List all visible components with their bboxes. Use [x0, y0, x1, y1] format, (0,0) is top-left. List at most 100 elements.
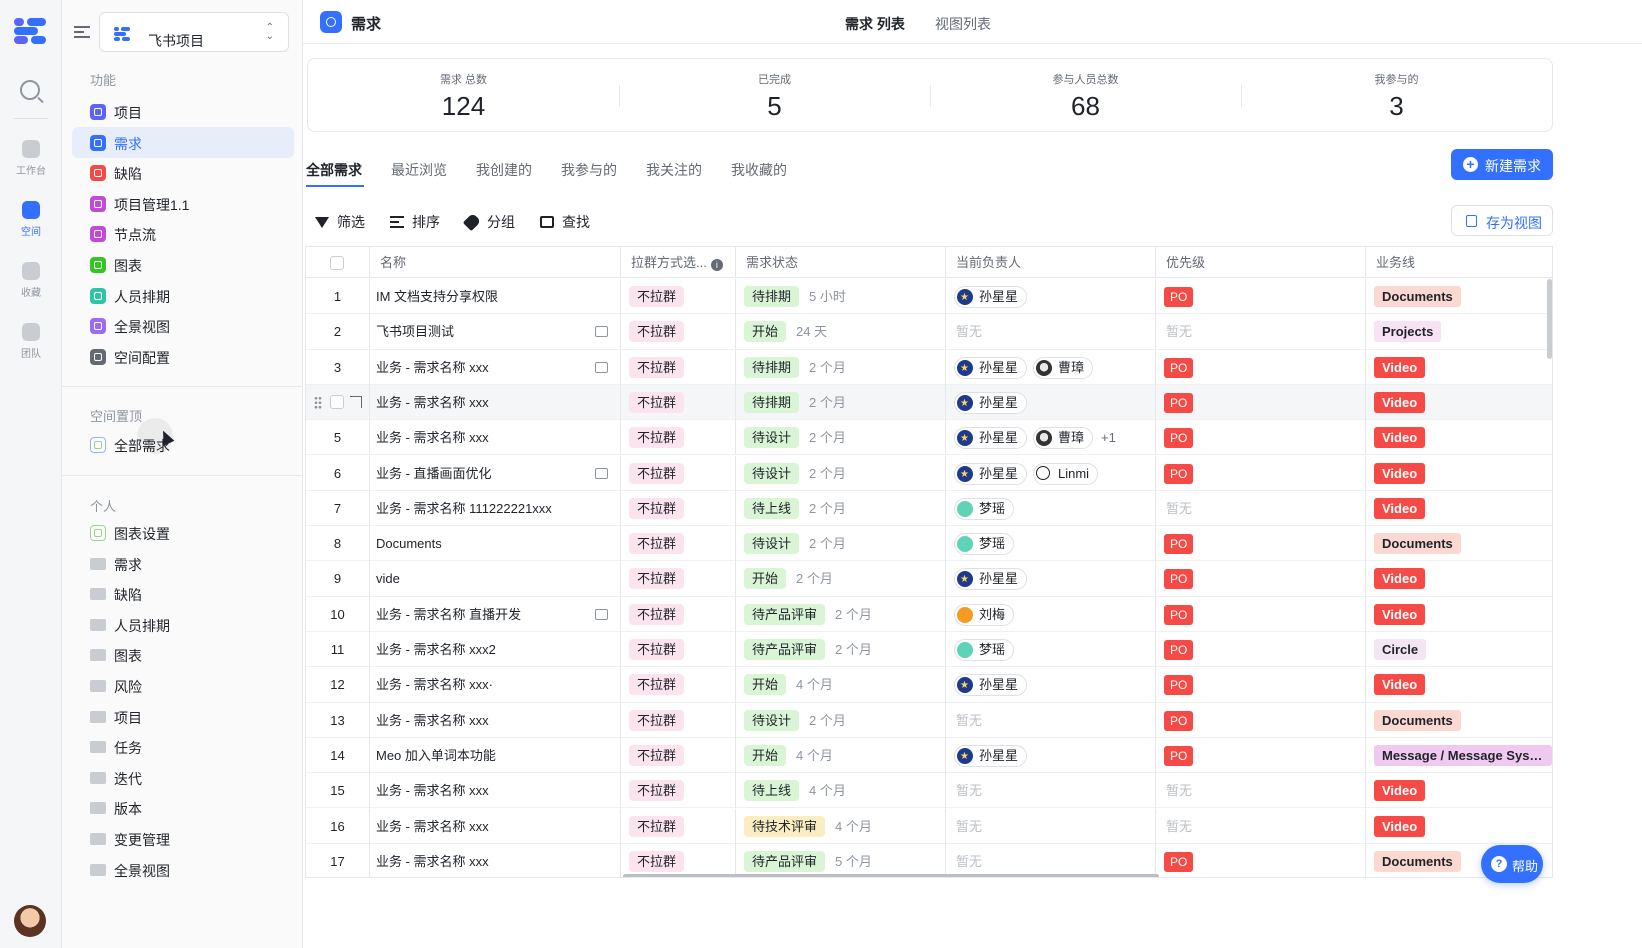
group-tag[interactable]: 不拉群	[629, 356, 685, 378]
comment-icon[interactable]	[595, 608, 608, 620]
sidebar-item-feature-2[interactable]: 缺陷	[72, 157, 294, 188]
status-tag[interactable]: 待产品评审	[744, 603, 826, 625]
sidebar-item-feature-1[interactable]: 需求	[72, 126, 294, 158]
status-tag[interactable]: 待设计	[744, 462, 800, 484]
expand-icon[interactable]	[350, 395, 362, 408]
rail-workbench[interactable]: 工作台	[0, 140, 62, 177]
rail-space[interactable]: 空间	[0, 201, 62, 238]
sort-button[interactable]: 排序	[390, 212, 440, 232]
owner-chip[interactable]: 孙星星	[954, 391, 1028, 414]
business-line-tag[interactable]: Documents	[1374, 533, 1461, 555]
table-row[interactable]: 8 Documents 不拉群 待设计 2 个月 梦瑶 PO Documents	[306, 526, 1552, 562]
collapse-sidebar-icon[interactable]	[74, 26, 90, 38]
table-row[interactable]: 10 业务 - 需求名称 直播开发 不拉群 待产品评审 2 个月 刘梅 PO V…	[306, 596, 1552, 632]
owner-chip[interactable]: 梦瑶	[954, 533, 1015, 556]
table-row[interactable]: 14 Meo 加入单词本功能 不拉群 开始 4 个月 孙星星 PO Messag…	[306, 737, 1552, 774]
new-requirement-button[interactable]: + 新建需求	[1451, 149, 1553, 180]
business-line-tag[interactable]: Video	[1374, 568, 1426, 590]
status-tag[interactable]: 待设计	[744, 709, 800, 731]
group-tag[interactable]: 不拉群	[629, 427, 685, 449]
owner-chip[interactable]: 刘梅	[954, 603, 1015, 626]
priority-tag[interactable]: PO	[1164, 357, 1194, 378]
requirement-name[interactable]: IM 文档支持分享权限	[376, 289, 498, 304]
group-button[interactable]: 分组	[462, 212, 515, 232]
status-tag[interactable]: 待上线	[744, 780, 800, 802]
select-all-checkbox[interactable]	[330, 256, 344, 270]
column-status[interactable]: 需求状态	[736, 247, 946, 278]
project-selector[interactable]: 飞书项目 ⌃ ⌄	[99, 12, 289, 52]
priority-tag[interactable]: PO	[1164, 710, 1194, 731]
table-row[interactable]: 13 业务 - 需求名称 xxx 不拉群 待设计 2 个月 暂无 PO Docu…	[306, 702, 1552, 738]
table-row[interactable]: 6 业务 - 直播画面优化 不拉群 待设计 2 个月 孙星星 Linmi PO …	[306, 455, 1552, 491]
status-tag[interactable]: 待排期	[744, 286, 800, 307]
table-row[interactable]: 12 业务 - 需求名称 xxx· 不拉群 开始 4 个月 孙星星 PO Vid…	[306, 667, 1552, 703]
group-tag[interactable]: 不拉群	[629, 568, 685, 590]
tab-all[interactable]: 全部需求	[306, 160, 362, 180]
app-logo[interactable]	[14, 18, 46, 44]
sidebar-item-personal-9[interactable]: 版本	[72, 792, 294, 823]
sidebar-item-personal-2[interactable]: 缺陷	[72, 578, 294, 609]
table-row[interactable]: 16 业务 - 需求名称 xxx 不拉群 待技术评审 4 个月 暂无 暂无 Vi…	[306, 808, 1552, 844]
owner-chip[interactable]: 梦瑶	[954, 639, 1015, 661]
table-row[interactable]: 5 业务 - 需求名称 xxx 不拉群 待设计 2 个月 孙星星 曹璋 +1 P…	[306, 420, 1552, 456]
row-checkbox[interactable]	[330, 394, 344, 409]
requirement-name[interactable]: 业务 - 需求名称 xxx	[376, 819, 489, 834]
business-line-tag[interactable]: Documents	[1374, 709, 1461, 731]
requirement-name[interactable]: vide	[376, 571, 400, 586]
status-tag[interactable]: 开始	[744, 568, 787, 590]
column-business-line[interactable]: 业务线	[1366, 247, 1552, 278]
requirement-name[interactable]: 业务 - 需求名称 直播开发	[376, 607, 521, 622]
business-line-tag[interactable]: Circle	[1374, 639, 1427, 660]
sidebar-item-feature-0[interactable]: 项目	[72, 96, 294, 127]
tab-created[interactable]: 我创建的	[476, 160, 532, 180]
filter-button[interactable]: 筛选	[315, 212, 365, 232]
group-tag[interactable]: 不拉群	[629, 780, 685, 802]
horizontal-scrollbar[interactable]	[623, 874, 1159, 877]
priority-tag[interactable]: PO	[1164, 640, 1194, 660]
business-line-tag[interactable]: Message / Message Syst...	[1374, 744, 1552, 766]
business-line-tag[interactable]: Video	[1374, 356, 1426, 378]
requirement-name[interactable]: 业务 - 需求名称 111222221xxx	[376, 501, 552, 516]
user-avatar[interactable]	[14, 905, 46, 937]
table-row[interactable]: 17 业务 - 需求名称 xxx 不拉群 待产品评审 5 个月 暂无 PO Do…	[306, 843, 1552, 877]
sidebar-item-personal-3[interactable]: 人员排期	[72, 609, 294, 640]
requirement-name[interactable]: 业务 - 需求名称 xxx	[376, 395, 489, 410]
priority-tag[interactable]: PO	[1164, 745, 1194, 766]
sidebar-item-personal-0[interactable]: 图表设置	[72, 517, 294, 548]
comment-icon[interactable]	[595, 326, 608, 338]
table-row[interactable]: 业务 - 需求名称 xxx 不拉群 待排期 2 个月 孙星星 PO Video	[306, 384, 1552, 421]
sidebar-item-personal-7[interactable]: 任务	[72, 731, 294, 762]
sidebar-item-personal-1[interactable]: 需求	[72, 548, 294, 579]
priority-tag[interactable]: PO	[1164, 534, 1194, 555]
owner-chip[interactable]: 孙星星	[954, 427, 1028, 450]
comment-icon[interactable]	[595, 361, 608, 373]
rail-team[interactable]: 团队	[0, 323, 62, 360]
status-tag[interactable]: 开始	[744, 674, 787, 696]
rail-favorites[interactable]: 收藏	[0, 262, 62, 299]
more-owners[interactable]: +1	[1101, 420, 1116, 455]
sidebar-item-feature-6[interactable]: 人员排期	[72, 280, 294, 311]
business-line-tag[interactable]: Documents	[1374, 850, 1461, 872]
table-row[interactable]: 11 业务 - 需求名称 xxx2 不拉群 待产品评审 2 个月 梦瑶 PO C…	[306, 632, 1552, 668]
status-tag[interactable]: 开始	[744, 321, 787, 343]
requirement-name[interactable]: 业务 - 需求名称 xxx	[376, 360, 489, 375]
owner-chip[interactable]: 孙星星	[954, 674, 1028, 697]
sidebar-item-all-requirements[interactable]: 全部需求	[72, 429, 294, 460]
sidebar-item-feature-3[interactable]: 项目管理1.1	[72, 188, 294, 219]
table-row[interactable]: 2 飞书项目测试 不拉群 开始 24 天 暂无 暂无 Projects	[306, 314, 1552, 350]
business-line-tag[interactable]: Video	[1374, 462, 1426, 484]
requirement-name[interactable]: 业务 - 需求名称 xxx	[376, 430, 489, 445]
group-tag[interactable]: 不拉群	[629, 744, 685, 766]
tab-participated[interactable]: 我参与的	[561, 160, 617, 180]
business-line-tag[interactable]: Video	[1374, 780, 1426, 802]
table-row[interactable]: 1 IM 文档支持分享权限 不拉群 待排期 5 小时 孙星星 PO Docume…	[306, 279, 1552, 315]
tab-following[interactable]: 我关注的	[646, 160, 702, 180]
status-tag[interactable]: 待产品评审	[744, 850, 826, 872]
requirement-name[interactable]: 业务 - 需求名称 xxx2	[376, 642, 496, 657]
sidebar-item-personal-5[interactable]: 风险	[72, 670, 294, 701]
sidebar-item-personal-11[interactable]: 全景视图	[72, 854, 294, 885]
save-view-button[interactable]: 存为视图	[1451, 205, 1553, 236]
group-tag[interactable]: 不拉群	[629, 709, 685, 731]
column-owner[interactable]: 当前负责人	[946, 247, 1156, 278]
group-tag[interactable]: 不拉群	[629, 497, 685, 519]
